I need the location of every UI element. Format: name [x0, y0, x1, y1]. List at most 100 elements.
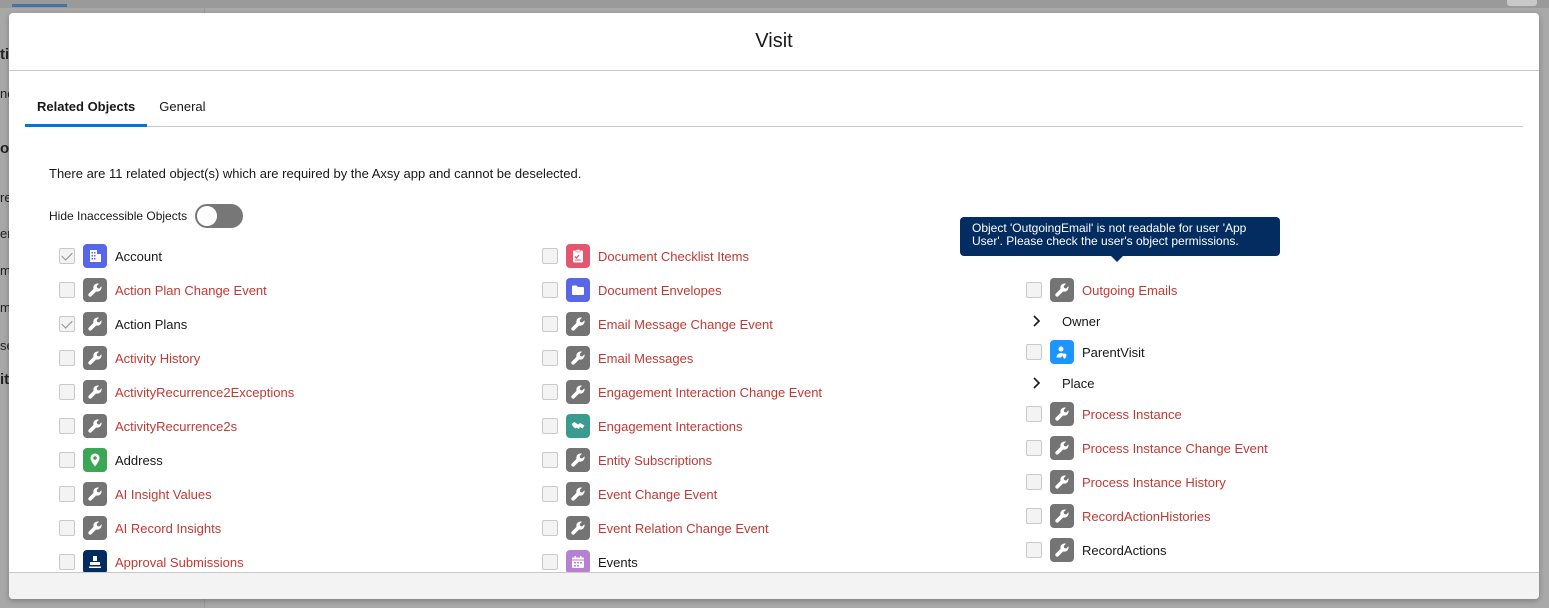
- handshake-icon: [566, 414, 590, 438]
- wrench-icon: [1050, 278, 1074, 302]
- wrench-icon: [83, 346, 107, 370]
- related-object-row[interactable]: Activity History: [59, 341, 294, 375]
- wrench-icon: [83, 516, 107, 540]
- calendar-icon: [566, 550, 590, 572]
- checkbox[interactable]: [59, 350, 75, 366]
- related-object-label: Outgoing Emails: [1082, 282, 1178, 298]
- checkbox[interactable]: [1026, 440, 1042, 456]
- related-object-label: ActivityRecurrence2Exceptions: [115, 384, 295, 400]
- chevron-right-icon[interactable]: [1032, 377, 1042, 389]
- related-object-row[interactable]: Action Plan Change Event: [59, 273, 294, 307]
- related-object-row[interactable]: Approval Submissions: [59, 545, 294, 572]
- related-object-row[interactable]: Engagement Interaction Change Event: [542, 375, 822, 409]
- wrench-icon: [1050, 470, 1074, 494]
- checkbox[interactable]: [1026, 344, 1042, 360]
- required-objects-info: There are 11 related object(s) which are…: [49, 166, 582, 181]
- related-object-row[interactable]: Process Instance History: [1026, 465, 1268, 499]
- checkbox[interactable]: [542, 452, 558, 468]
- checkbox-checked[interactable]: [59, 316, 75, 332]
- related-object-row[interactable]: Event Change Event: [542, 477, 822, 511]
- related-object-row[interactable]: Email Messages: [542, 341, 822, 375]
- wrench-icon: [83, 278, 107, 302]
- checkbox[interactable]: [59, 520, 75, 536]
- related-object-label: Document Checklist Items: [598, 248, 749, 264]
- related-object-label: Action Plans: [115, 316, 188, 332]
- checkbox[interactable]: [59, 418, 75, 434]
- related-object-row[interactable]: Document Checklist Items: [542, 239, 822, 273]
- related-object-row[interactable]: Event Relation Change Event: [542, 511, 822, 545]
- related-object-row[interactable]: Action Plans: [59, 307, 294, 341]
- related-object-label: Activity History: [115, 350, 201, 366]
- related-object-row[interactable]: Email Message Change Event: [542, 307, 822, 341]
- checkbox[interactable]: [542, 316, 558, 332]
- checkbox[interactable]: [542, 248, 558, 264]
- hide-inaccessible-toggle[interactable]: [195, 204, 244, 228]
- related-object-row[interactable]: Process Instance: [1026, 397, 1268, 431]
- checkbox[interactable]: [1026, 542, 1042, 558]
- related-object-row[interactable]: Document Envelopes: [542, 273, 822, 307]
- wrench-icon: [1050, 504, 1074, 528]
- related-object-label: Approval Submissions: [115, 554, 244, 570]
- related-object-label: RecordActions: [1082, 542, 1167, 558]
- checkbox[interactable]: [542, 486, 558, 502]
- visit-icon: [1050, 340, 1074, 364]
- related-object-row[interactable]: RecordActionHistories: [1026, 499, 1268, 533]
- checkbox[interactable]: [542, 384, 558, 400]
- hide-inaccessible-label: Hide Inaccessible Objects: [49, 209, 188, 223]
- tab-general[interactable]: General: [147, 98, 217, 127]
- related-object-row[interactable]: Events: [542, 545, 822, 572]
- related-object-row[interactable]: ActivityRecurrence2s: [59, 409, 294, 443]
- related-object-row[interactable]: ActivityRecurrence2Exceptions: [59, 375, 294, 409]
- location-pin-icon: [83, 448, 107, 472]
- wrench-icon: [1050, 436, 1074, 460]
- wrench-icon: [566, 346, 590, 370]
- wrench-icon: [566, 380, 590, 404]
- modal-body[interactable]: Related Objects General There are 11 rel…: [9, 71, 1539, 572]
- related-object-label: Address: [115, 452, 163, 468]
- related-object-label: Event Relation Change Event: [598, 520, 769, 536]
- hide-inaccessible-row: Hide Inaccessible Objects: [49, 204, 1523, 228]
- checkbox[interactable]: [542, 418, 558, 434]
- expandable-relation-row[interactable]: Owner: [1026, 307, 1268, 335]
- related-object-row[interactable]: Outgoing Emails: [1026, 273, 1268, 307]
- related-object-row[interactable]: Entity Subscriptions: [542, 443, 822, 477]
- wrench-icon: [83, 380, 107, 404]
- checkbox[interactable]: [542, 350, 558, 366]
- modal-header: Visit: [9, 13, 1539, 71]
- checkbox[interactable]: [59, 486, 75, 502]
- tab-related-objects[interactable]: Related Objects: [25, 98, 148, 127]
- checkbox[interactable]: [1026, 474, 1042, 490]
- checkbox[interactable]: [1026, 406, 1042, 422]
- wrench-icon: [566, 482, 590, 506]
- background-active-tab: [12, 4, 67, 7]
- checkbox-checked[interactable]: [59, 248, 75, 264]
- related-object-label: Email Messages: [598, 350, 694, 366]
- related-object-row[interactable]: Address: [59, 443, 294, 477]
- checkbox[interactable]: [59, 282, 75, 298]
- checkbox[interactable]: [1026, 282, 1042, 298]
- expandable-relation-row[interactable]: Place: [1026, 369, 1268, 397]
- checkbox[interactable]: [59, 452, 75, 468]
- checkbox[interactable]: [1026, 508, 1042, 524]
- checkbox[interactable]: [542, 282, 558, 298]
- checkbox[interactable]: [542, 554, 558, 570]
- background-text-fragment: o: [0, 140, 10, 157]
- related-object-label: AI Record Insights: [115, 520, 222, 536]
- chevron-right-icon[interactable]: [1032, 315, 1042, 327]
- related-object-row[interactable]: AI Insight Values: [59, 477, 294, 511]
- modal-title: Visit: [755, 30, 793, 52]
- objects-column-1: Account Action Plan Change Event Action Pl…: [59, 239, 294, 572]
- related-object-row[interactable]: AI Record Insights: [59, 511, 294, 545]
- wrench-icon: [1050, 538, 1074, 562]
- related-object-row[interactable]: ParentVisit: [1026, 335, 1268, 369]
- related-object-row[interactable]: RecordActions: [1026, 533, 1268, 567]
- checkbox[interactable]: [542, 520, 558, 536]
- related-object-row[interactable]: Process Instance Change Event: [1026, 431, 1268, 465]
- checkbox[interactable]: [59, 554, 75, 570]
- objects-column-3: Outgoing Emails Owner ParentVisit Place Proc…: [1026, 273, 1268, 567]
- related-object-label: ActivityRecurrence2s: [115, 418, 238, 434]
- checkbox[interactable]: [59, 384, 75, 400]
- related-object-row[interactable]: Engagement Interactions: [542, 409, 822, 443]
- related-object-row[interactable]: Account: [59, 239, 294, 273]
- related-object-label: Engagement Interaction Change Event: [598, 384, 823, 400]
